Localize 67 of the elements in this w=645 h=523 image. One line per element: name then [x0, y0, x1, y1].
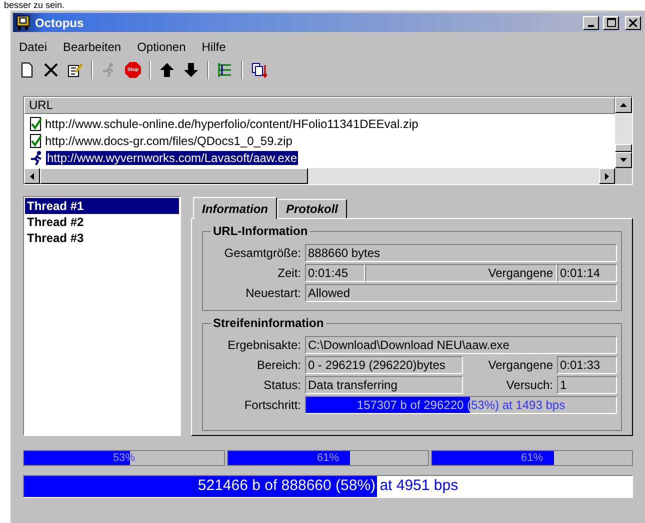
field-label: Vergangene	[487, 357, 554, 374]
menu-item[interactable]: Bearbeiten	[63, 38, 122, 56]
scrollbar-corner	[615, 168, 632, 184]
field-label: Zeit:	[276, 265, 302, 282]
tree-icon	[217, 62, 233, 78]
url-row[interactable]: http://www.schule-online.de/hyperfolio/content/HFolio11341DEEval.zip	[44, 116, 420, 130]
close-button[interactable]	[625, 16, 641, 30]
up-arrow-icon	[620, 103, 627, 107]
field-label: Gesamtgröße:	[223, 245, 302, 262]
window-title: Octopus	[35, 14, 85, 32]
value-field: C:\Download\Download NEU\aaw.exe	[305, 336, 617, 354]
menu-item[interactable]: Optionen	[137, 38, 186, 56]
value-field: 0 - 296219 (296220)bytes	[305, 356, 463, 374]
tab[interactable]: Protokoll	[277, 199, 348, 218]
background-text: besser zu sein.	[3, 0, 66, 10]
scroll-up-button[interactable]	[615, 97, 632, 113]
toolbar-button[interactable]	[249, 60, 269, 80]
value-field: Data transferring	[305, 376, 463, 394]
menu-item[interactable]: Datei	[19, 38, 48, 56]
field-label: Ergebnisakte:	[226, 337, 302, 354]
new-file-icon	[19, 62, 35, 78]
field-label: Status:	[262, 377, 302, 394]
edit-icon	[67, 62, 83, 78]
checked-file-icon	[30, 134, 42, 148]
tab[interactable]: Information	[193, 197, 277, 219]
scroll-left-button[interactable]	[24, 168, 40, 184]
scroll-thumb[interactable]	[40, 168, 308, 184]
value-field: Allowed	[305, 284, 617, 302]
url-row[interactable]: http://www.docs-gr.com/files/QDocs1_0_59.zip	[44, 134, 294, 148]
scroll-down-button[interactable]	[615, 152, 632, 168]
minimize-icon	[588, 24, 594, 26]
up-arrow-icon	[159, 62, 175, 78]
value-field: 888660 bytes	[305, 244, 617, 262]
running-figure-icon	[30, 150, 44, 164]
thread-item[interactable]: Thread #1	[25, 198, 179, 214]
maximize-button[interactable]	[603, 16, 619, 30]
field-label: Vergangene	[487, 265, 554, 282]
value-field: 0:01:33	[557, 356, 617, 374]
left-arrow-icon	[30, 172, 34, 180]
copy-down-icon	[251, 62, 267, 78]
field-label: Versuch:	[505, 377, 554, 394]
vertical-scrollbar[interactable]	[615, 97, 632, 168]
field-label: Fortschritt:	[243, 397, 302, 414]
scroll-right-button[interactable]	[599, 168, 615, 184]
column-header[interactable]: URL	[24, 97, 615, 114]
down-arrow-icon	[183, 62, 199, 78]
group-title: URL-Information	[211, 224, 310, 238]
app-icon	[15, 14, 31, 30]
field-label: Bereich:	[256, 357, 302, 374]
group-title: Streifeninformation	[211, 316, 326, 330]
thread-item[interactable]: Thread #3	[25, 230, 179, 246]
scroll-thumb[interactable]	[615, 144, 632, 152]
value-field: 0:01:14	[557, 264, 617, 282]
thread-item[interactable]: Thread #2	[25, 214, 179, 230]
right-arrow-icon	[605, 172, 609, 180]
checked-file-icon	[30, 116, 42, 130]
delete-icon	[43, 62, 59, 78]
value-field: 0:01:45	[305, 264, 365, 282]
close-icon	[629, 18, 637, 26]
maximize-icon	[606, 18, 616, 27]
minimize-button[interactable]	[583, 16, 599, 30]
down-arrow-icon	[620, 158, 627, 162]
horizontal-scrollbar[interactable]	[24, 168, 632, 184]
menu-item[interactable]: Hilfe	[202, 38, 226, 56]
url-row[interactable]: http://www.wyvernworks.com/Lavasoft/aaw.exe	[46, 150, 298, 164]
field-label: Neuestart:	[244, 285, 302, 302]
value-field: 1	[557, 376, 617, 394]
